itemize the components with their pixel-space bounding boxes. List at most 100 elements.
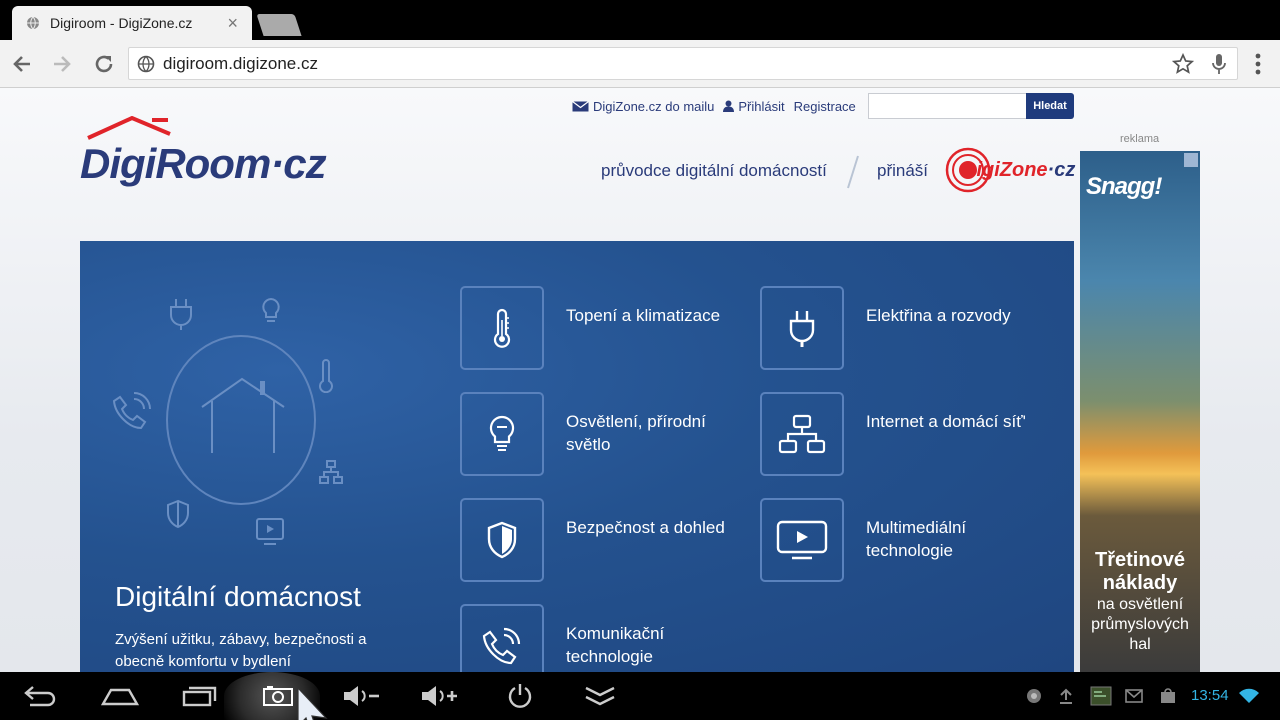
- network-icon: [778, 414, 826, 454]
- new-tab-button[interactable]: [256, 14, 302, 36]
- reload-button[interactable]: [90, 50, 118, 78]
- system-navigation-bar: 13:54: [0, 672, 1280, 720]
- browser-menu-button[interactable]: [1246, 50, 1270, 78]
- category-label[interactable]: Elektřina a rozvody: [866, 304, 1046, 327]
- tab-title: Digiroom - DigiZone.cz: [50, 15, 193, 31]
- power-button[interactable]: [500, 680, 540, 712]
- overflow-menu-icon: [1255, 53, 1261, 75]
- forward-button[interactable]: [48, 50, 76, 78]
- recent-apps-icon: [182, 686, 217, 707]
- envelope-icon: [572, 100, 589, 111]
- lightbulb-icon: [262, 297, 280, 322]
- back-nav-button[interactable]: [20, 680, 60, 712]
- mouse-cursor-icon: [297, 686, 328, 720]
- gmail-status-icon: [1124, 686, 1144, 706]
- store-status-icon: [1158, 686, 1178, 706]
- digizone-logo-main: DigiZone: [962, 159, 1048, 181]
- category-heating[interactable]: Topení a klimatizace: [460, 286, 750, 370]
- category-label[interactable]: Osvětlení, přírodní světlo: [566, 410, 746, 456]
- web-page: DigiRoom·cz DigiZone.cz do mailu Přihlás…: [0, 88, 1280, 672]
- globe-icon: [27, 16, 39, 30]
- category-lighting[interactable]: Osvětlení, přírodní světlo: [460, 392, 750, 476]
- mail-link[interactable]: DigiZone.cz do mailu: [572, 99, 714, 114]
- mail-icon: [1125, 689, 1143, 703]
- category-label[interactable]: Multimediální technologie: [866, 516, 1046, 562]
- microphone-icon: [1212, 53, 1226, 74]
- back-arrow-icon: [24, 686, 56, 707]
- logo-suffix-text: ·cz: [270, 140, 326, 187]
- site-tagline: průvodce digitální domácností: [601, 161, 827, 180]
- volume-up-icon: [422, 686, 457, 706]
- ad-subline: na osvětlení průmyslových hal: [1091, 596, 1189, 653]
- ad-banner[interactable]: Snagg! Třetinové náklady na osvětlení pr…: [1080, 151, 1200, 672]
- camera-icon: [263, 686, 293, 706]
- upload-icon: [1060, 688, 1072, 704]
- digizone-logo-suffix: ·cz: [1047, 159, 1076, 181]
- browser-tab[interactable]: Digiroom - DigiZone.cz ×: [12, 6, 252, 40]
- hero-title: Digitální domácnost: [115, 581, 361, 612]
- divider-slash: [847, 155, 859, 189]
- logo-main-text: DigiRoom: [80, 140, 271, 187]
- hero-panel: Digitální domácnost Zvýšení užitku, zába…: [80, 241, 1074, 672]
- category-label[interactable]: Internet a domácí síť': [866, 410, 1046, 433]
- url-text[interactable]: digiroom.digizone.cz: [163, 54, 1165, 74]
- category-icon-box[interactable]: [460, 286, 544, 370]
- arrow-right-icon: [54, 56, 71, 72]
- category-icon-box[interactable]: [460, 392, 544, 476]
- shield-icon: [487, 521, 517, 559]
- ad-headline: Třetinové náklady: [1094, 549, 1186, 594]
- category-label[interactable]: Topení a klimatizace: [566, 304, 746, 327]
- reload-icon: [95, 55, 113, 73]
- category-icon-box[interactable]: [760, 286, 844, 370]
- voice-search-button[interactable]: [1201, 49, 1237, 79]
- home-nav-button[interactable]: [100, 680, 140, 712]
- category-multimedia[interactable]: Multimediální technologie: [760, 498, 1050, 582]
- phone-icon: [482, 627, 521, 665]
- chrome-icon: [1027, 689, 1041, 703]
- login-link-label: Přihlásit: [738, 98, 785, 114]
- mail-link-label: DigiZone.cz do mailu: [593, 98, 715, 114]
- category-icon-box[interactable]: [460, 498, 544, 582]
- adchoices-icon[interactable]: [1184, 153, 1198, 167]
- volume-up-button[interactable]: [420, 680, 460, 712]
- category-icon-box[interactable]: [760, 498, 844, 582]
- chrome-status-icon: [1024, 686, 1044, 706]
- plug-icon: [170, 299, 192, 330]
- category-electricity[interactable]: Elektřina a rozvody: [760, 286, 1050, 370]
- site-search-input[interactable]: [868, 93, 1026, 119]
- header-links: DigiZone.cz do mailu Přihlásit Registrac…: [572, 98, 865, 114]
- volume-down-icon: [344, 686, 379, 706]
- category-label[interactable]: Komunikační technologie: [566, 622, 746, 668]
- network-icon: [319, 460, 343, 484]
- app-thumbnail-icon: [1090, 686, 1112, 706]
- category-icon-box[interactable]: [460, 604, 544, 672]
- volume-down-button[interactable]: [342, 680, 382, 712]
- category-communication[interactable]: Komunikační technologie: [460, 604, 750, 672]
- digiroom-logo[interactable]: DigiRoom·cz: [80, 116, 350, 196]
- close-tab-icon[interactable]: ×: [227, 14, 238, 32]
- address-bar[interactable]: digiroom.digizone.cz: [128, 47, 1238, 80]
- ad-label: reklama: [1120, 133, 1160, 145]
- hero-description: Zvýšení užitku, zábavy, bezpečnosti a ob…: [115, 631, 367, 670]
- lightbulb-icon: [489, 415, 515, 451]
- category-label[interactable]: Bezpečnost a dohled: [566, 516, 746, 539]
- category-icon-box[interactable]: [760, 392, 844, 476]
- login-link[interactable]: Přihlásit: [723, 98, 785, 114]
- upload-status-icon: [1056, 686, 1076, 706]
- digizone-logo[interactable]: DigiZone·cz: [944, 146, 1076, 196]
- category-internet[interactable]: Internet a domácí síť': [760, 392, 1050, 476]
- register-link[interactable]: Registrace: [794, 99, 856, 114]
- house-outline-icon: [201, 377, 285, 453]
- hide-bar-button[interactable]: [580, 680, 620, 712]
- power-icon: [508, 684, 532, 708]
- wifi-status-icon: [1238, 686, 1260, 706]
- recent-apps-button[interactable]: [180, 680, 220, 712]
- category-security[interactable]: Bezpečnost a dohled: [460, 498, 750, 582]
- phone-icon: [112, 392, 151, 430]
- back-button[interactable]: [8, 50, 36, 78]
- bookmark-star-button[interactable]: [1165, 49, 1201, 79]
- site-search-button[interactable]: Hledat: [1026, 93, 1074, 119]
- screenshot-button[interactable]: [258, 680, 298, 712]
- thermometer-icon: [493, 308, 511, 348]
- thermometer-icon: [319, 359, 333, 393]
